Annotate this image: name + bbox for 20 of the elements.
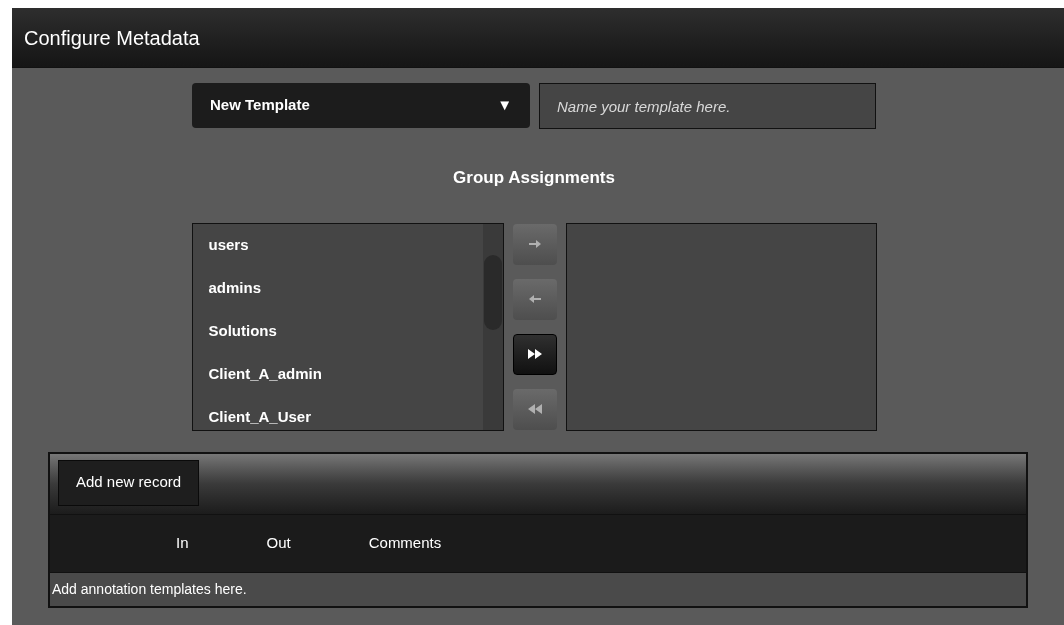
add-record-button[interactable]: Add new record xyxy=(58,459,200,506)
group-item[interactable]: admins xyxy=(208,276,261,299)
empty-message: Add annotation templates here. xyxy=(52,579,247,599)
arrow-right-icon xyxy=(528,239,541,249)
group-item[interactable]: Solutions xyxy=(208,319,277,342)
arrow-left-icon xyxy=(528,294,541,304)
column-header: In xyxy=(176,532,189,553)
window-title: Configure Metadata xyxy=(24,25,200,51)
move-button[interactable] xyxy=(512,333,557,375)
double-arrow-right-icon xyxy=(527,349,542,359)
scrollbar[interactable] xyxy=(482,223,503,430)
column-header: Comments xyxy=(368,532,442,553)
section-title: Group Assignments xyxy=(453,167,615,189)
group-item[interactable]: users xyxy=(208,233,249,256)
double-arrow-left-icon xyxy=(527,404,542,414)
group-item[interactable]: Client_A_admin xyxy=(208,362,322,385)
column-header: Out xyxy=(266,532,291,553)
template-dropdown[interactable]: New Template ▼ xyxy=(192,83,530,128)
group-item[interactable]: Client_A_User xyxy=(208,405,312,428)
template-name-field[interactable]: Name your template here. xyxy=(539,83,876,129)
